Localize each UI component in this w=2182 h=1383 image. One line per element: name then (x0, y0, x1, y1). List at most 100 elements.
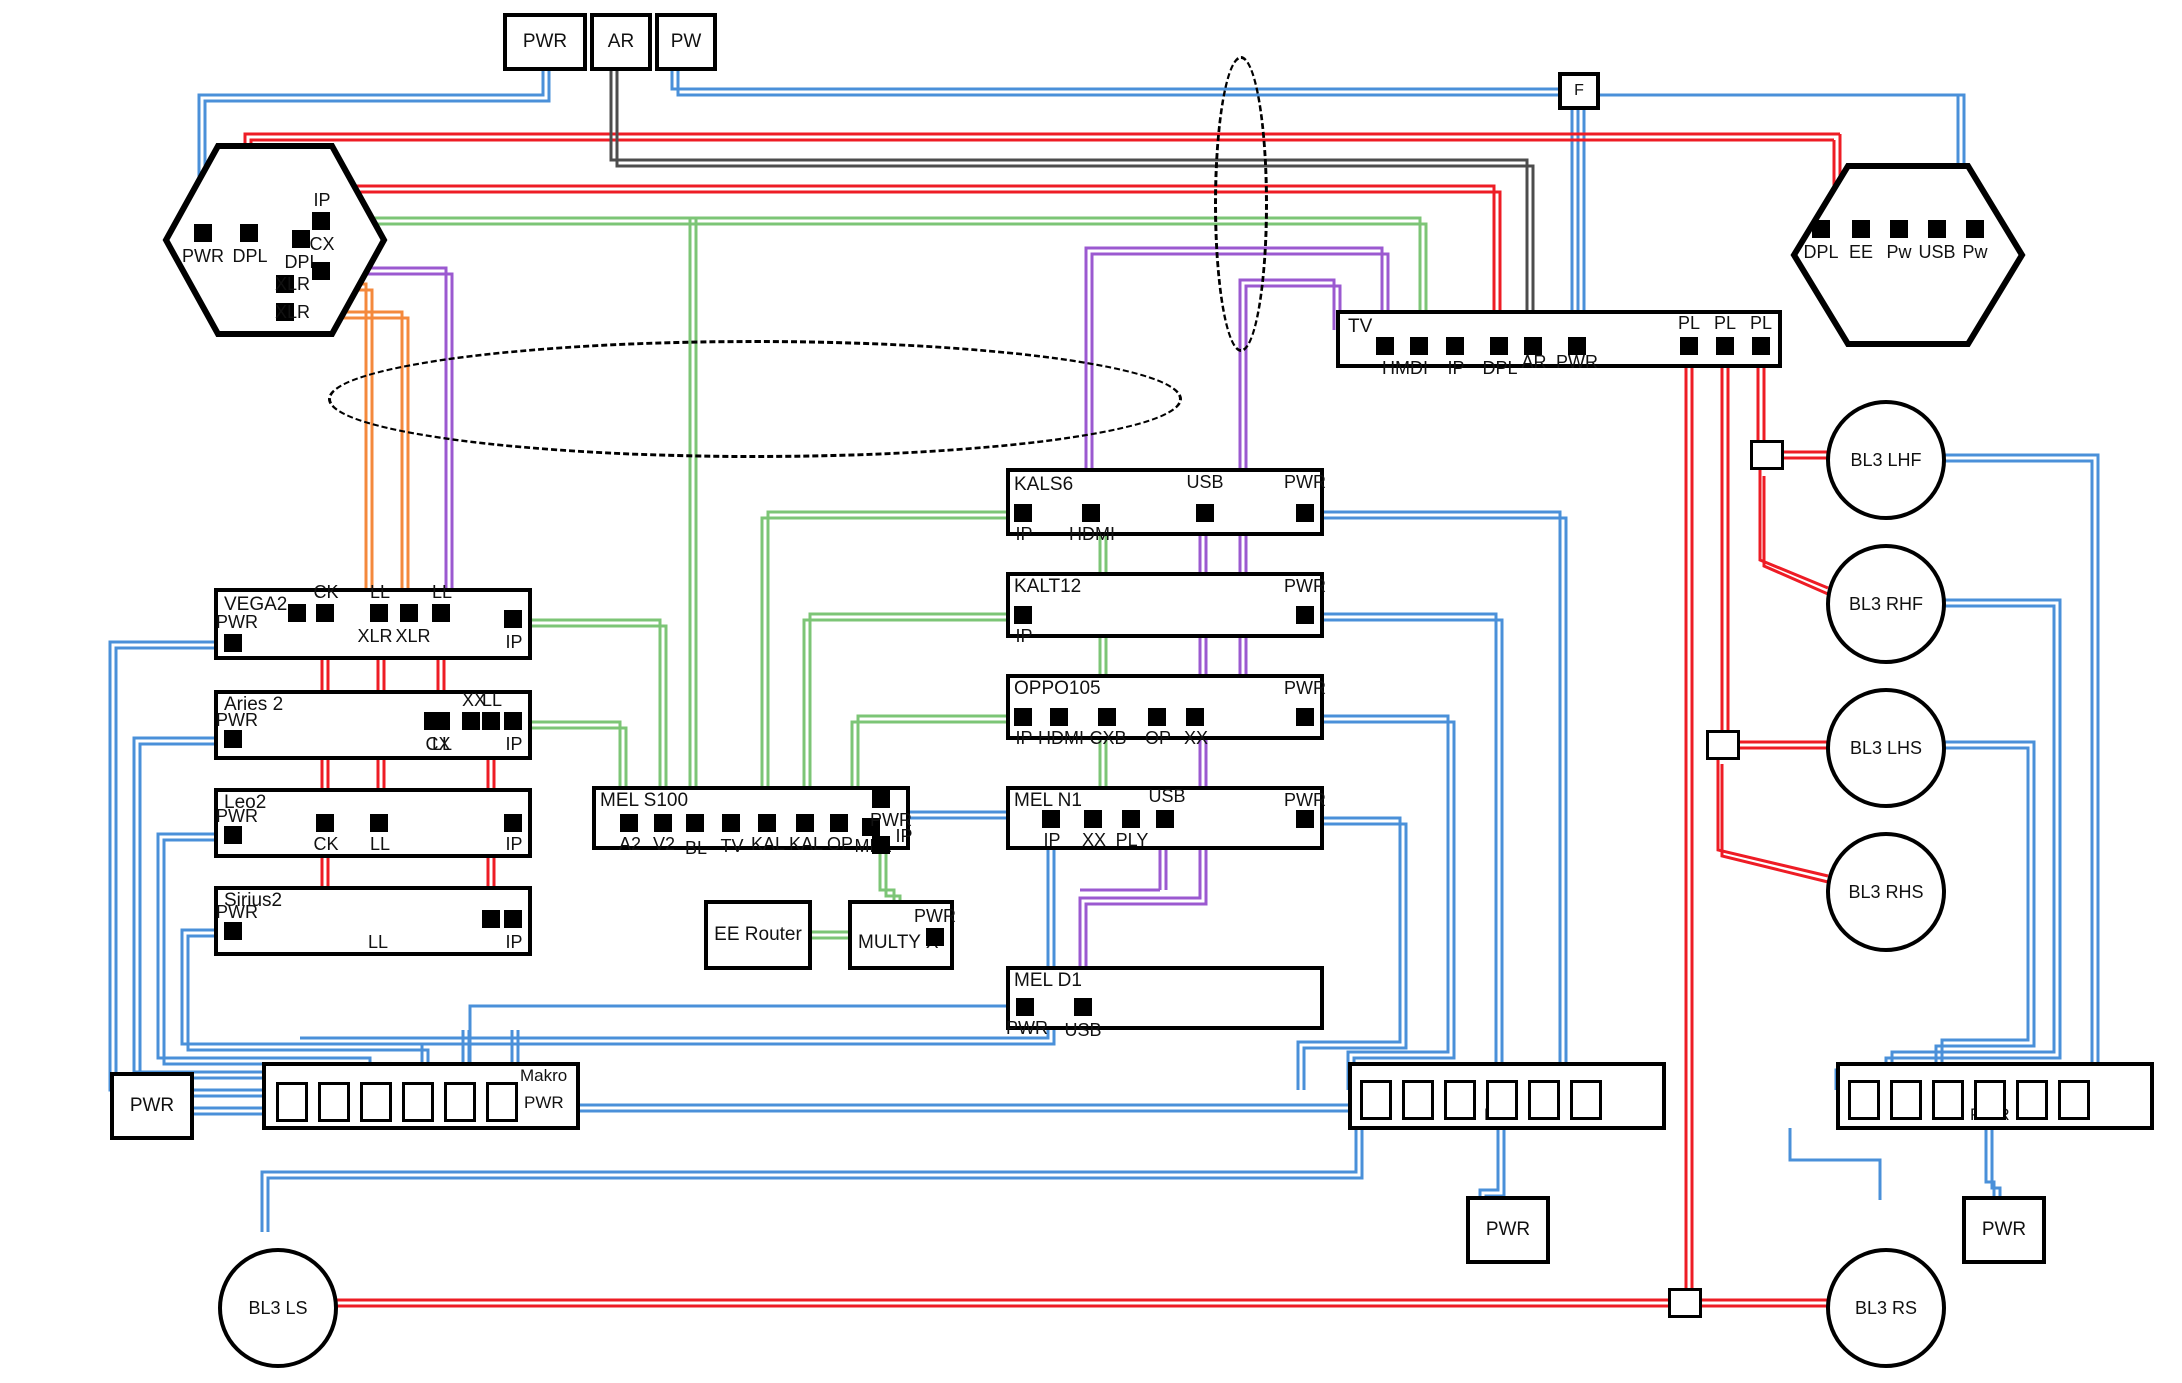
right-outlet-3[interactable] (1932, 1080, 1964, 1120)
oppo105-port-cxb[interactable] (1098, 708, 1116, 726)
junction-box-1[interactable] (1750, 440, 1784, 470)
meln1-port-xx[interactable] (1084, 810, 1102, 828)
junction-box-3[interactable] (1668, 1288, 1702, 1318)
junction-box-2[interactable] (1706, 730, 1740, 760)
makro-outlet-1[interactable] (276, 1082, 308, 1122)
meln1-port-ip[interactable] (1042, 810, 1060, 828)
kals6-port-usb[interactable] (1196, 504, 1214, 522)
tv-port-hdmi-b[interactable] (1410, 337, 1428, 355)
meld1-port-usb[interactable] (1074, 998, 1092, 1016)
hexR-port-dpl[interactable] (1812, 220, 1830, 238)
pwr-box-right-bottom[interactable]: PWR (1962, 1196, 2046, 1264)
hexR-port-pw1[interactable] (1890, 220, 1908, 238)
makro-outlet-3[interactable] (360, 1082, 392, 1122)
aries2-port-xx[interactable] (462, 712, 480, 730)
tv-port-dpl[interactable] (1490, 337, 1508, 355)
hexL-port-cx2[interactable] (312, 262, 330, 280)
right-outlet-6[interactable] (2058, 1080, 2090, 1120)
hexL-port-dpl1[interactable] (240, 224, 258, 242)
meld1-port-pwr[interactable] (1016, 998, 1034, 1016)
leo2-port-ip[interactable] (504, 814, 522, 832)
tv-port-ip[interactable] (1446, 337, 1464, 355)
hexR-port-pw2[interactable] (1966, 220, 1984, 238)
vega2-port-ip[interactable] (504, 610, 522, 628)
oppo105-port-hdmi[interactable] (1050, 708, 1068, 726)
makro-outlet-5[interactable] (444, 1082, 476, 1122)
kals6-port-pwr[interactable] (1296, 504, 1314, 522)
ar-top-box[interactable]: AR (590, 13, 652, 71)
oppo105-port-pwr[interactable] (1296, 708, 1314, 726)
vega2-port-xlr1[interactable] (288, 604, 306, 622)
makro-outlet-4[interactable] (402, 1082, 434, 1122)
speaker-bl3rs[interactable]: BL3 RS (1826, 1248, 1946, 1368)
mels100-port-pwr[interactable] (872, 790, 890, 808)
oppo105-port-ip[interactable] (1014, 708, 1032, 726)
makro-outlet-6[interactable] (486, 1082, 518, 1122)
right-outlet-2[interactable] (1890, 1080, 1922, 1120)
aries2-port-ll2[interactable] (482, 712, 500, 730)
pw-outlet-4[interactable] (1486, 1080, 1518, 1120)
leo2-port-ll[interactable] (370, 814, 388, 832)
vega2-port-ll2[interactable] (432, 604, 450, 622)
hexR-port-ee[interactable] (1852, 220, 1870, 238)
hexL-port-cx[interactable] (312, 212, 330, 230)
tv-port-pl1[interactable] (1680, 337, 1698, 355)
pw-outlet-2[interactable] (1402, 1080, 1434, 1120)
mels100-port-a2[interactable] (620, 814, 638, 832)
oppo105-port-xx[interactable] (1186, 708, 1204, 726)
hexR-port-usb[interactable] (1928, 220, 1946, 238)
kals6-port-hdmi[interactable] (1082, 504, 1100, 522)
pw-outlet-3[interactable] (1444, 1080, 1476, 1120)
kals6-port-ip[interactable] (1014, 504, 1032, 522)
tv-port-hdmi-a[interactable] (1376, 337, 1394, 355)
pw-outlet-5[interactable] (1528, 1080, 1560, 1120)
makro-outlet-2[interactable] (318, 1082, 350, 1122)
meln1-port-ply[interactable] (1122, 810, 1140, 828)
tv-port-pl2[interactable] (1716, 337, 1734, 355)
oppo105-port-op[interactable] (1148, 708, 1166, 726)
tv-port-pl3[interactable] (1752, 337, 1770, 355)
speaker-bl3ls[interactable]: BL3 LS (218, 1248, 338, 1368)
vega2-port-pwr[interactable] (224, 634, 242, 652)
hexL-port-pwr[interactable] (194, 224, 212, 242)
kalt12-port-ip[interactable] (1014, 606, 1032, 624)
aries2-port-pwr[interactable] (224, 730, 242, 748)
pw-outlet-6[interactable] (1570, 1080, 1602, 1120)
aries2-port-ip[interactable] (504, 712, 522, 730)
device-eerouter[interactable]: EE Router (704, 900, 812, 970)
right-outlet-1[interactable] (1848, 1080, 1880, 1120)
pwr-top-box[interactable]: PWR (503, 13, 587, 71)
mels100-port-v2[interactable] (654, 814, 672, 832)
speaker-bl3lhs[interactable]: BL3 LHS (1826, 688, 1946, 808)
f-node-box[interactable]: F (1558, 72, 1600, 110)
vega2-port-ll1[interactable] (370, 604, 388, 622)
meln1-port-pwr[interactable] (1296, 810, 1314, 828)
speaker-bl3rhf[interactable]: BL3 RHF (1826, 544, 1946, 664)
sirius2-port-pwr[interactable] (224, 922, 242, 940)
mels100-port-kal1[interactable] (758, 814, 776, 832)
leo2-port-pwr[interactable] (224, 826, 242, 844)
vega2-port-ck[interactable] (316, 604, 334, 622)
meld1-label-pwr: PWR (1006, 1018, 1048, 1038)
right-outlet-4[interactable] (1974, 1080, 2006, 1120)
pwr-box-mid-bottom[interactable]: PWR (1466, 1196, 1550, 1264)
right-outlet-5[interactable] (2016, 1080, 2048, 1120)
pw-outlet-1[interactable] (1360, 1080, 1392, 1120)
sirius2-port-ll[interactable] (482, 910, 500, 928)
meln1-port-usb[interactable] (1156, 810, 1174, 828)
multyx-port-pwr[interactable] (926, 928, 944, 946)
sirius2-port-ip[interactable] (504, 910, 522, 928)
kalt12-port-pwr[interactable] (1296, 606, 1314, 624)
leo2-port-ck[interactable] (316, 814, 334, 832)
leo2-label-pwr: PWR (216, 806, 258, 826)
aries2-port-cx[interactable] (424, 712, 442, 730)
vega2-port-xlr2[interactable] (400, 604, 418, 622)
mels100-port-bl[interactable] (686, 814, 704, 832)
speaker-bl3lhf[interactable]: BL3 LHF (1826, 400, 1946, 520)
mels100-port-tv[interactable] (722, 814, 740, 832)
speaker-bl3rhs[interactable]: BL3 RHS (1826, 832, 1946, 952)
mels100-port-op[interactable] (830, 814, 848, 832)
mels100-port-kal2[interactable] (796, 814, 814, 832)
pwr-box-left-bottom[interactable]: PWR (110, 1072, 194, 1140)
pw-top-box[interactable]: PW (655, 13, 717, 71)
